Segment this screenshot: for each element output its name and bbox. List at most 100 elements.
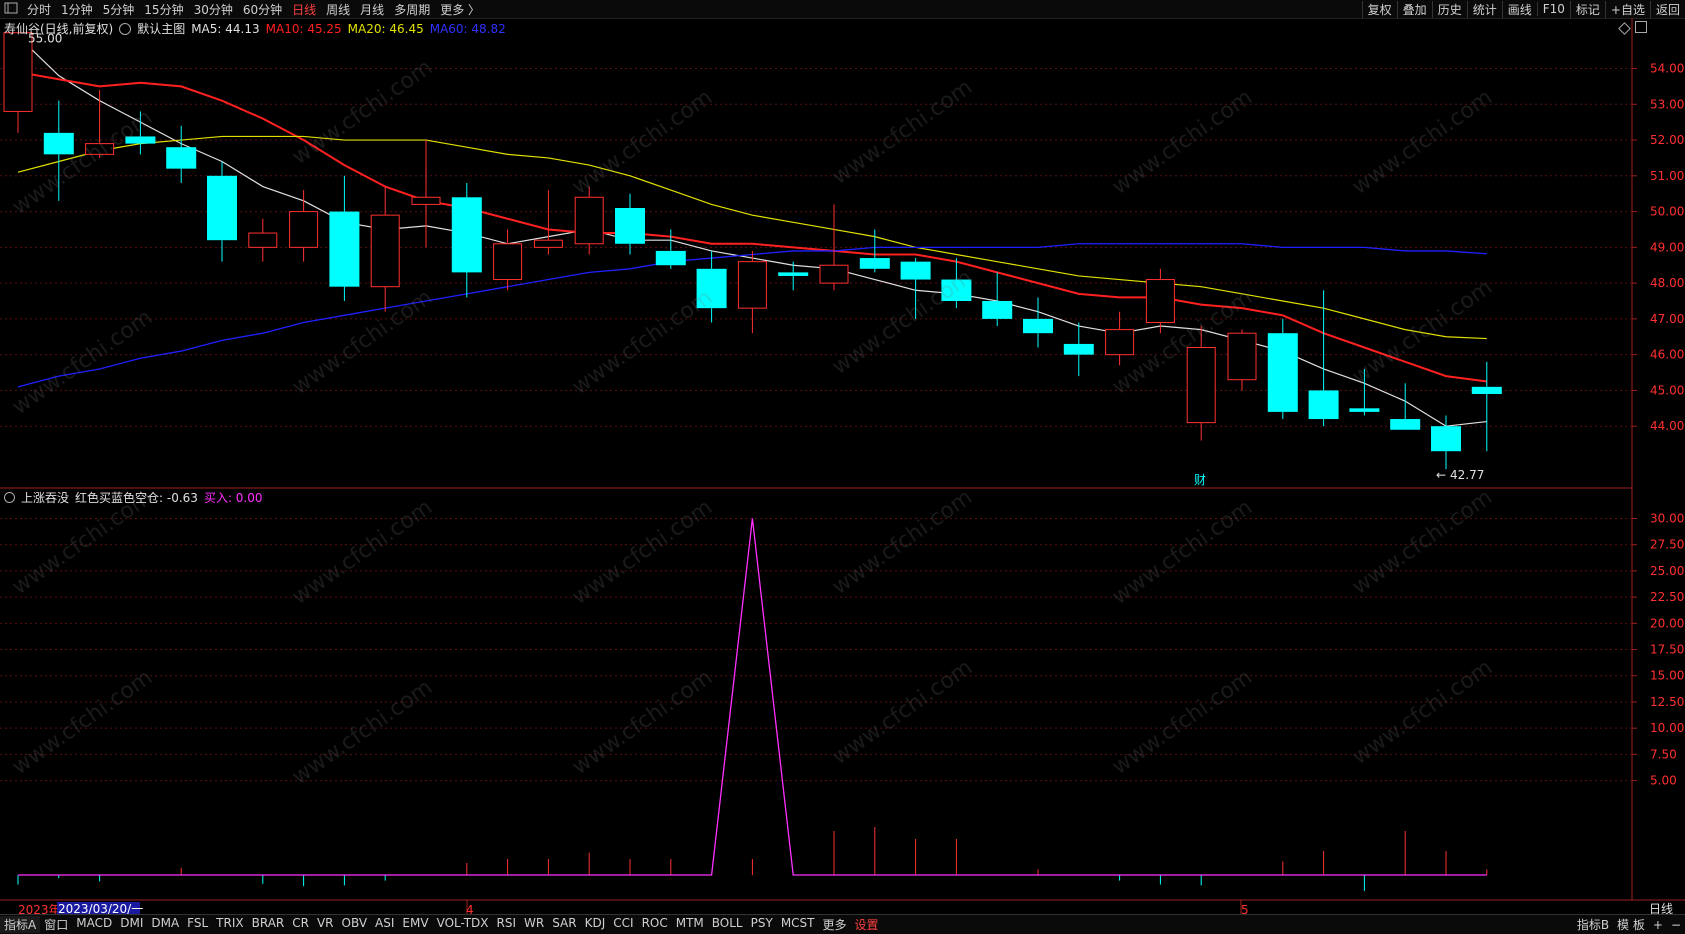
indicator-tab-23[interactable]: MCST (777, 916, 819, 933)
period-tab-1[interactable]: 1分钟 (56, 1, 98, 18)
toolbar-btn-6[interactable]: 标记 (1569, 0, 1605, 18)
candle[interactable] (3, 32, 33, 133)
period-tab-9[interactable]: 多周期 (389, 1, 435, 18)
indicator-tab-17[interactable]: KDJ (581, 916, 610, 933)
indicator-tab-18[interactable]: CCI (609, 916, 637, 933)
candle[interactable] (248, 218, 278, 262)
zoom-out-button[interactable]: − (1667, 918, 1685, 932)
indicator-tab-20[interactable]: MTM (672, 916, 708, 933)
candle[interactable] (493, 229, 523, 291)
indicator-tab-6[interactable]: TRIX (212, 916, 247, 933)
template-button[interactable]: 模 板 (1613, 916, 1649, 933)
toolbar-btn-2[interactable]: 历史 (1431, 0, 1467, 18)
indicator-tab-13[interactable]: VOL-TDX (433, 916, 493, 933)
period-tab-3[interactable]: 15分钟 (139, 1, 188, 18)
sub-chart-legend: 上涨吞没 红色买蓝色空仓: -0.63 买入: 0.00 (4, 489, 263, 506)
period-tab-4[interactable]: 30分钟 (189, 1, 238, 18)
window-icon[interactable] (1635, 21, 1647, 33)
finance-event-marker[interactable]: 财 (1194, 473, 1206, 487)
period-tab-6[interactable]: 日线 (287, 1, 321, 18)
x-start-year: 2023年 (18, 903, 61, 914)
candle[interactable] (533, 190, 563, 255)
period-tab-5[interactable]: 60分钟 (238, 1, 287, 18)
bottom-right: 指标B 模 板 + − (1573, 915, 1685, 934)
diamond-icon[interactable] (1618, 22, 1631, 35)
candle[interactable] (819, 204, 849, 291)
main-y-tick-label: 48.00 (1650, 276, 1684, 290)
period-tab-8[interactable]: 月线 (355, 1, 389, 18)
indicator-tab-14[interactable]: RSI (493, 916, 521, 933)
main-y-tick-label: 47.00 (1650, 312, 1684, 326)
candle[interactable] (1105, 311, 1135, 366)
sub-y-tick-label: 5.00 (1650, 774, 1677, 788)
indicator-tab-25[interactable]: 设置 (851, 916, 883, 933)
candle[interactable] (859, 229, 890, 273)
main-y-tick-label: 46.00 (1650, 348, 1684, 362)
toolbar-btn-3[interactable]: 统计 (1466, 0, 1502, 18)
ma5-value: MA5: 44.13 (191, 21, 260, 36)
indicator-tab-9[interactable]: VR (313, 916, 338, 933)
candle[interactable] (329, 175, 360, 301)
candle[interactable] (615, 193, 645, 255)
candle[interactable] (1023, 297, 1053, 348)
candle[interactable] (737, 250, 767, 334)
period-tab-10[interactable]: 更多 〉 (435, 1, 485, 18)
chart-area[interactable]: 54.00 53.00 52.00 51.00 50.00 49.00 48.00 47.00… (0, 18, 1685, 914)
menu-icon[interactable] (0, 2, 22, 17)
indicator-tab-16[interactable]: SAR (548, 916, 580, 933)
indicator-tab-2[interactable]: MACD (72, 916, 116, 933)
candle[interactable] (207, 161, 237, 262)
main-y-tick-label: 50.00 (1650, 205, 1684, 219)
indicator-tab-1[interactable]: 窗口 (40, 916, 72, 933)
candle[interactable] (1471, 361, 1502, 452)
ma10-value: MA10: 45.25 (265, 21, 342, 36)
indicator-tab-0[interactable]: 指标A (0, 916, 41, 933)
gear-icon[interactable] (119, 22, 132, 35)
stock-title[interactable]: 寿仙谷(日线,前复权) (4, 20, 113, 37)
indicator-tab-19[interactable]: ROC (638, 916, 672, 933)
indicator-tab-24[interactable]: 更多 (819, 916, 851, 933)
toolbar-btn-4[interactable]: 画线 (1501, 0, 1537, 18)
sub-y-tick-label: 25.00 (1650, 564, 1684, 578)
zoom-in-button[interactable]: + (1649, 918, 1667, 932)
collapse-icon[interactable] (4, 492, 15, 503)
indicator-tab-21[interactable]: BOLL (708, 916, 747, 933)
candle[interactable] (370, 186, 400, 312)
sub-y-tick-label: 22.50 (1650, 590, 1684, 604)
candle[interactable] (451, 182, 482, 298)
candle[interactable] (166, 125, 197, 183)
candle[interactable] (1267, 318, 1298, 420)
period-tab-7[interactable]: 周线 (321, 1, 355, 18)
candle[interactable] (1063, 322, 1094, 377)
indicator-tab-3[interactable]: DMI (116, 916, 147, 933)
indicator-tab-5[interactable]: FSL (183, 916, 212, 933)
candle[interactable] (1431, 415, 1461, 470)
candle[interactable] (289, 190, 319, 262)
candle[interactable] (411, 140, 441, 248)
candle[interactable] (1145, 268, 1175, 334)
toolbar-btn-8[interactable]: 返回 (1649, 0, 1685, 18)
period-tab-0[interactable]: 分时 (22, 1, 56, 18)
toolbar-btn-7[interactable]: +自选 (1604, 0, 1650, 18)
indicator-b-button[interactable]: 指标B (1573, 916, 1613, 933)
indicator-tab-11[interactable]: ASI (371, 916, 398, 933)
template-label[interactable]: 默认主图 (137, 20, 185, 37)
toolbar-btn-5[interactable]: F10 (1536, 2, 1570, 16)
indicator-tab-12[interactable]: EMV (398, 916, 432, 933)
main-y-tick-label: 54.00 (1650, 62, 1684, 76)
toolbar-btn-1[interactable]: 叠加 (1396, 0, 1432, 18)
ma60-value: MA60: 48.82 (429, 21, 506, 36)
period-tab-2[interactable]: 5分钟 (98, 1, 140, 18)
indicator-tab-22[interactable]: PSY (747, 916, 777, 933)
indicator-toolbar: 指标A 窗口 MACD DMI DMA FSL TRIX BRAR CR VR OBV ASI EMV V… (0, 914, 1685, 934)
toolbar-btn-0[interactable]: 复权 (1361, 0, 1397, 18)
main-y-tick-label: 51.00 (1650, 169, 1684, 183)
indicator-tab-7[interactable]: BRAR (248, 916, 289, 933)
low-price-label: 42.77 (1450, 468, 1484, 482)
indicator-tab-15[interactable]: WR (520, 916, 548, 933)
indicator-tab-8[interactable]: CR (288, 916, 313, 933)
indicator-tab-4[interactable]: DMA (147, 916, 183, 933)
indicator-name[interactable]: 上涨吞没 (21, 489, 69, 506)
candle[interactable] (1227, 329, 1257, 391)
indicator-tab-10[interactable]: OBV (338, 916, 372, 933)
